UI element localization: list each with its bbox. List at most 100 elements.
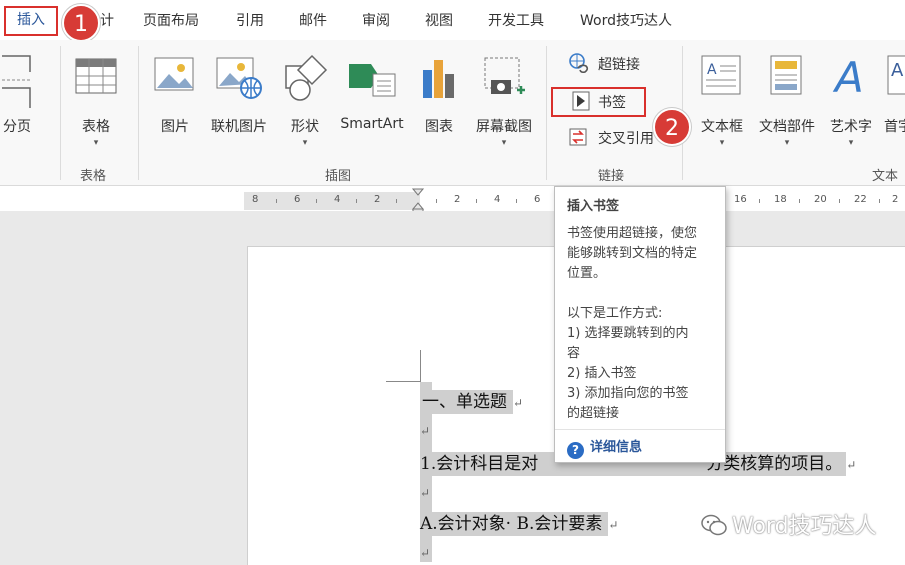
doc-empty-paragraph[interactable]: ↵ xyxy=(420,420,430,440)
ruler-tick xyxy=(316,199,317,203)
screenshot-caret: ▾ xyxy=(501,138,507,148)
chart-icon xyxy=(423,60,454,98)
table-caret: ▾ xyxy=(93,138,99,148)
tab-references[interactable]: 引用 xyxy=(236,10,264,30)
ruler-label: 18 xyxy=(774,194,787,205)
doc-empty-paragraph[interactable]: ↵ xyxy=(420,482,430,502)
shapes-caret: ▾ xyxy=(302,138,308,148)
tab-view[interactable]: 视图 xyxy=(425,10,453,30)
doc-options-text: A.会计对象· B.会计要素 xyxy=(420,512,609,536)
tab-review[interactable]: 审阅 xyxy=(362,10,390,30)
group-separator xyxy=(546,46,547,180)
shapes-button[interactable]: 形状 ▾ xyxy=(278,46,332,156)
table-icon xyxy=(75,58,117,94)
textbox-label: 文本框 xyxy=(701,119,743,135)
quick-parts-label: 文档部件 xyxy=(759,119,815,135)
chart-button[interactable]: 图表 xyxy=(414,46,464,156)
smartart-button[interactable]: SmartArt xyxy=(336,46,408,156)
tooltip-body: 书签使用超链接，使您 能够跳转到文档的特定 位置。 以下是工作方式: 1) 选择… xyxy=(567,224,719,424)
picture-label: 图片 xyxy=(161,119,189,135)
tab-design[interactable]: 计 xyxy=(100,10,114,30)
doc-line-heading[interactable]: 一、单选题 ↵ xyxy=(420,387,523,414)
online-picture-button[interactable]: 联机图片 xyxy=(206,46,272,156)
hyperlink-button[interactable]: 超链接 xyxy=(568,52,648,76)
dropcap-button[interactable]: A 首字 xyxy=(882,46,905,156)
tooltip-how-line: 的超链接 xyxy=(567,406,620,421)
picture-icon xyxy=(154,57,194,91)
crop-mark xyxy=(386,381,420,382)
doc-heading-text: 一、单选题 xyxy=(420,390,513,414)
ribbon: 分页 表格 ▾ 表格 图片 联机图片 形状 ▾ SmartArt 图表 屏幕截图… xyxy=(0,40,905,186)
screenshot-label: 屏幕截图 xyxy=(476,119,532,135)
tab-mailings[interactable]: 邮件 xyxy=(299,10,327,30)
cross-reference-label: 交叉引用 xyxy=(598,131,654,147)
svg-text:A: A xyxy=(832,53,864,98)
shapes-icon xyxy=(285,54,328,101)
ruler-tick xyxy=(799,199,800,203)
doc-question-text-a: 1.会计科目是对 xyxy=(420,452,539,476)
wordart-button[interactable]: A 艺术字 ▾ xyxy=(824,46,878,156)
wordart-caret: ▾ xyxy=(848,138,854,148)
cross-reference-button[interactable]: 交叉引用 xyxy=(568,126,664,150)
ruler-tick xyxy=(759,199,760,203)
ruler-label: 2 xyxy=(454,194,461,205)
page-break-button[interactable]: 分页 xyxy=(0,46,34,156)
tooltip-desc-line: 能够跳转到文档的特定 xyxy=(567,246,698,261)
online-picture-icon xyxy=(216,57,262,99)
chart-label: 图表 xyxy=(425,119,453,135)
tab-developer[interactable]: 开发工具 xyxy=(488,10,544,30)
ruler-label: 16 xyxy=(734,194,747,205)
wordart-label: 艺术字 xyxy=(830,119,872,135)
step-badge-2: 2 xyxy=(653,108,691,146)
cross-reference-icon xyxy=(569,128,587,146)
group-label-illustrations: 插图 xyxy=(325,169,352,184)
doc-empty-paragraph[interactable]: ↵ xyxy=(420,542,430,562)
screenshot-icon xyxy=(484,57,525,94)
step-badge-1: 1 xyxy=(62,4,100,42)
ruler-tick xyxy=(436,199,437,203)
paragraph-mark: ↵ xyxy=(420,486,431,500)
ruler-label: 2 xyxy=(892,194,899,205)
textbox-button[interactable]: A 文本框 ▾ xyxy=(694,46,750,156)
ruler-label: 6 xyxy=(534,194,541,205)
doc-line-options[interactable]: A.会计对象· B.会计要素 ↵ xyxy=(420,509,619,536)
smartart-label: SmartArt xyxy=(340,116,404,132)
paragraph-mark: ↵ xyxy=(608,518,619,532)
tooltip-how-line: 容 xyxy=(567,346,581,361)
tooltip-how-line: 2) 插入书签 xyxy=(567,366,637,381)
ruler-label: 4 xyxy=(494,194,501,205)
page-break-icon xyxy=(2,55,31,108)
paragraph-mark: ↵ xyxy=(846,458,857,472)
table-button[interactable]: 表格 ▾ xyxy=(70,46,122,156)
tab-insert[interactable]: 插入 xyxy=(4,6,58,36)
wechat-icon xyxy=(701,514,727,536)
shapes-label: 形状 xyxy=(291,119,319,135)
ruler-label: 8 xyxy=(252,194,259,205)
tab-page-layout[interactable]: 页面布局 xyxy=(143,10,199,30)
page-break-label: 分页 xyxy=(3,119,31,135)
tooltip-title: 插入书签 xyxy=(567,199,620,214)
table-label: 表格 xyxy=(82,119,110,135)
textbox-icon: A xyxy=(701,55,741,95)
bookmark-highlight-box xyxy=(551,87,646,117)
tooltip-divider xyxy=(555,429,725,430)
tab-word-tips[interactable]: Word技巧达人 xyxy=(580,10,672,30)
group-separator xyxy=(60,46,61,180)
tooltip-desc-line: 位置。 xyxy=(567,266,607,281)
hyperlink-icon xyxy=(569,53,589,74)
screenshot-button[interactable]: 屏幕截图 ▾ xyxy=(470,46,538,156)
bookmark-tooltip: 插入书签 书签使用超链接，使您 能够跳转到文档的特定 位置。 以下是工作方式: … xyxy=(554,186,726,463)
svg-text:A: A xyxy=(707,62,717,78)
ruler-label: 2 xyxy=(374,194,381,205)
group-label-tables: 表格 xyxy=(80,169,107,184)
paragraph-mark: ↵ xyxy=(420,546,431,560)
textbox-caret: ▾ xyxy=(719,138,725,148)
crop-mark xyxy=(420,350,421,382)
ruler-label: 4 xyxy=(334,194,341,205)
picture-button[interactable]: 图片 xyxy=(150,46,200,156)
quick-parts-button[interactable]: 文档部件 ▾ xyxy=(754,46,820,156)
help-icon: ? xyxy=(567,442,584,459)
tooltip-more-info-link[interactable]: ? 详细信息 xyxy=(567,436,642,459)
group-separator xyxy=(138,46,139,180)
tooltip-how-line: 3) 添加指向您的书签 xyxy=(567,386,689,401)
